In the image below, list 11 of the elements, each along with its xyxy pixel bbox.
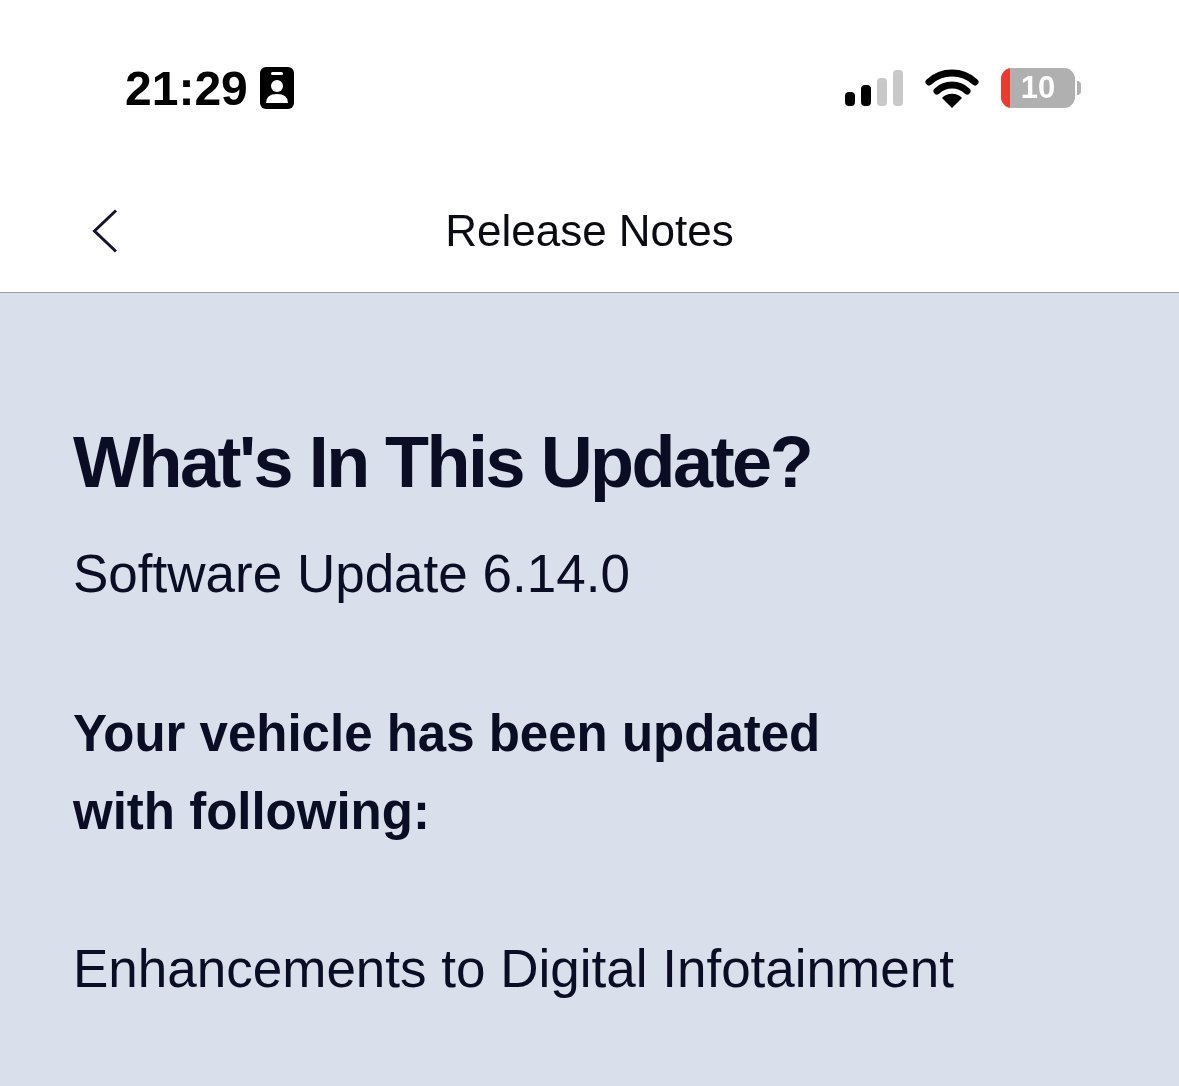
chevron-left-icon xyxy=(92,209,118,253)
signal-bars-icon xyxy=(845,70,903,106)
id-badge-icon xyxy=(259,67,294,109)
wifi-icon xyxy=(925,68,979,108)
page-title: Release Notes xyxy=(445,206,734,256)
update-version-text: Software Update 6.14.0 xyxy=(73,543,631,605)
battery-indicator: 10 xyxy=(1001,68,1081,108)
section-heading: What's In This Update? xyxy=(73,421,813,504)
intro-text: Your vehicle has been updated with following: xyxy=(73,704,822,842)
status-time: 21:29 xyxy=(125,60,248,116)
release-note-item: Enhancements to Digital Infotainment xyxy=(73,938,955,1000)
